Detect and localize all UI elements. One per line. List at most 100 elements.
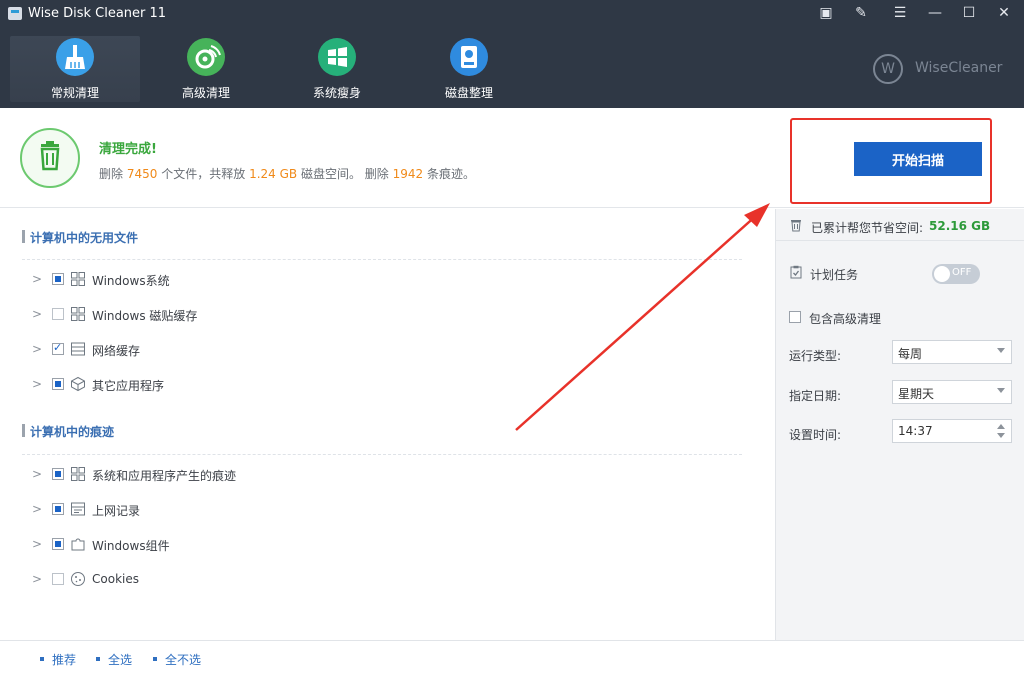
list-item[interactable]: > 其它应用程序 (32, 375, 732, 395)
tab-label: 常规清理 (50, 86, 99, 100)
chevron-right-icon[interactable]: > (32, 572, 44, 586)
browser-history-icon (71, 502, 85, 516)
spin-up-icon[interactable] (997, 424, 1005, 429)
radar-icon (187, 38, 225, 76)
tab-disk-defrag[interactable]: 磁盘整理 (404, 36, 534, 102)
item-label: 系统和应用程序产生的痕迹 (92, 469, 237, 483)
dropdown-arrow-icon (997, 348, 1005, 353)
wisecleaner-logo-icon: W (873, 54, 903, 84)
chevron-right-icon[interactable]: > (32, 502, 44, 516)
time-label: 设置时间: (789, 428, 842, 442)
summary-text: 条痕迹。 (427, 167, 476, 181)
section-title-junk-files: 计算机中的无用文件 (21, 230, 139, 245)
run-type-select[interactable]: 每周 (892, 340, 1012, 364)
dropdown-arrow-icon (997, 388, 1005, 393)
status-title: 清理完成! (99, 142, 157, 157)
tab-label: 系统瘦身 (312, 86, 361, 100)
item-checkbox[interactable] (52, 468, 64, 480)
select-all-link[interactable]: 全选 (95, 651, 132, 668)
windows-grid-icon (71, 467, 85, 481)
schedule-toggle[interactable]: OFF (932, 264, 980, 284)
date-label: 指定日期: (789, 389, 842, 403)
tab-system-slim[interactable]: 系统瘦身 (272, 36, 402, 102)
item-label: Windows组件 (92, 539, 170, 553)
menu-icon[interactable]: ☰ (886, 3, 914, 23)
item-label: 网络缓存 (92, 344, 141, 358)
select-none-link[interactable]: 全不选 (152, 651, 201, 668)
brand-name: WiseCleaner (915, 60, 1003, 76)
list-item[interactable]: > Windows系统 (32, 270, 732, 290)
section-divider (22, 259, 742, 260)
tiles-icon (71, 307, 85, 321)
summary-text: 个文件，共释放 (161, 167, 246, 181)
edit-icon[interactable]: ✎ (847, 3, 875, 23)
footer-bar: 推荐 全选 全不选 (0, 640, 1024, 678)
item-label: Windows系统 (92, 274, 170, 288)
chevron-right-icon[interactable]: > (32, 377, 44, 391)
tab-advanced-clean[interactable]: 高级清理 (141, 36, 271, 102)
close-button[interactable]: ✕ (990, 3, 1018, 23)
chevron-right-icon[interactable]: > (32, 307, 44, 321)
schedule-label: 计划任务 (810, 268, 859, 282)
list-item[interactable]: > Windows组件 (32, 535, 732, 555)
maximize-button[interactable]: ☐ (955, 3, 983, 23)
list-item[interactable]: > 上网记录 (32, 500, 732, 520)
item-checkbox[interactable] (52, 341, 64, 355)
select-value: 星期天 (898, 387, 935, 401)
item-checkbox[interactable] (52, 503, 64, 515)
tab-regular-clean[interactable]: 常规清理 (10, 36, 140, 102)
windows-grid-icon (71, 272, 85, 286)
include-advanced-checkbox[interactable] (789, 311, 801, 323)
item-checkbox[interactable] (52, 308, 64, 320)
network-cache-icon (71, 342, 85, 356)
windows-icon (318, 38, 356, 76)
date-select[interactable]: 星期天 (892, 380, 1012, 404)
run-type-label: 运行类型: (789, 349, 842, 363)
recommend-link[interactable]: 推荐 (39, 651, 76, 668)
list-item[interactable]: > 网络缓存 (32, 340, 732, 360)
list-item[interactable]: > 系统和应用程序产生的痕迹 (32, 465, 732, 485)
clipboard-check-icon (790, 265, 802, 279)
list-item[interactable]: > Cookies (32, 570, 732, 590)
title-bar: Wise Disk Cleaner 11 ▣ ✎ ☰ — ☐ ✕ (0, 0, 1024, 28)
app-logo-icon (8, 7, 22, 20)
section-divider (22, 454, 742, 455)
item-label: 上网记录 (92, 504, 141, 518)
toggle-knob (934, 266, 950, 282)
start-scan-button[interactable]: 开始扫描 (854, 142, 982, 176)
files-count: 7450 (126, 167, 158, 181)
item-label: Windows 磁贴缓存 (92, 309, 198, 323)
status-panel: 清理完成! 删除 7450 个文件，共释放 1.24 GB 磁盘空间。 删除 1… (0, 108, 1024, 208)
time-value: 14:37 (898, 424, 933, 438)
puzzle-icon (71, 538, 85, 551)
saved-space-value: 52.16 GB (929, 219, 991, 233)
item-label: Cookies (92, 572, 139, 586)
chevron-right-icon[interactable]: > (32, 342, 44, 356)
item-checkbox[interactable] (52, 378, 64, 390)
item-checkbox[interactable] (52, 573, 64, 585)
chevron-right-icon[interactable]: > (32, 272, 44, 286)
list-item[interactable]: > Windows 磁贴缓存 (32, 305, 732, 325)
chevron-right-icon[interactable]: > (32, 537, 44, 551)
item-checkbox[interactable] (52, 538, 64, 550)
feedback-icon[interactable]: ▣ (812, 3, 840, 23)
item-label: 其它应用程序 (92, 379, 165, 393)
summary-text: 磁盘空间。 删除 (300, 167, 389, 181)
saved-space-bar: 已累计帮您节省空间: 52.16 GB (776, 209, 1024, 241)
select-value: 每周 (898, 347, 923, 361)
settings-panel: 已累计帮您节省空间: 52.16 GB 计划任务 OFF 包含高级清理 运行类型… (775, 209, 1024, 640)
section-title-traces: 计算机中的痕迹 (21, 424, 115, 439)
time-spinner[interactable]: 14:37 (892, 419, 1012, 443)
spin-down-icon[interactable] (997, 433, 1005, 438)
toggle-state-text: OFF (952, 267, 972, 278)
status-summary: 删除 7450 个文件，共释放 1.24 GB 磁盘空间。 删除 1942 条痕… (99, 165, 475, 182)
broom-icon (56, 38, 94, 76)
chevron-right-icon[interactable]: > (32, 467, 44, 481)
minimize-button[interactable]: — (921, 3, 949, 23)
saved-space-label: 已累计帮您节省空间: (811, 221, 924, 235)
window-title: Wise Disk Cleaner 11 (28, 6, 167, 21)
cookie-icon (71, 572, 85, 586)
disk-icon (450, 38, 488, 76)
item-checkbox[interactable] (52, 273, 64, 285)
tab-label: 高级清理 (181, 86, 230, 100)
